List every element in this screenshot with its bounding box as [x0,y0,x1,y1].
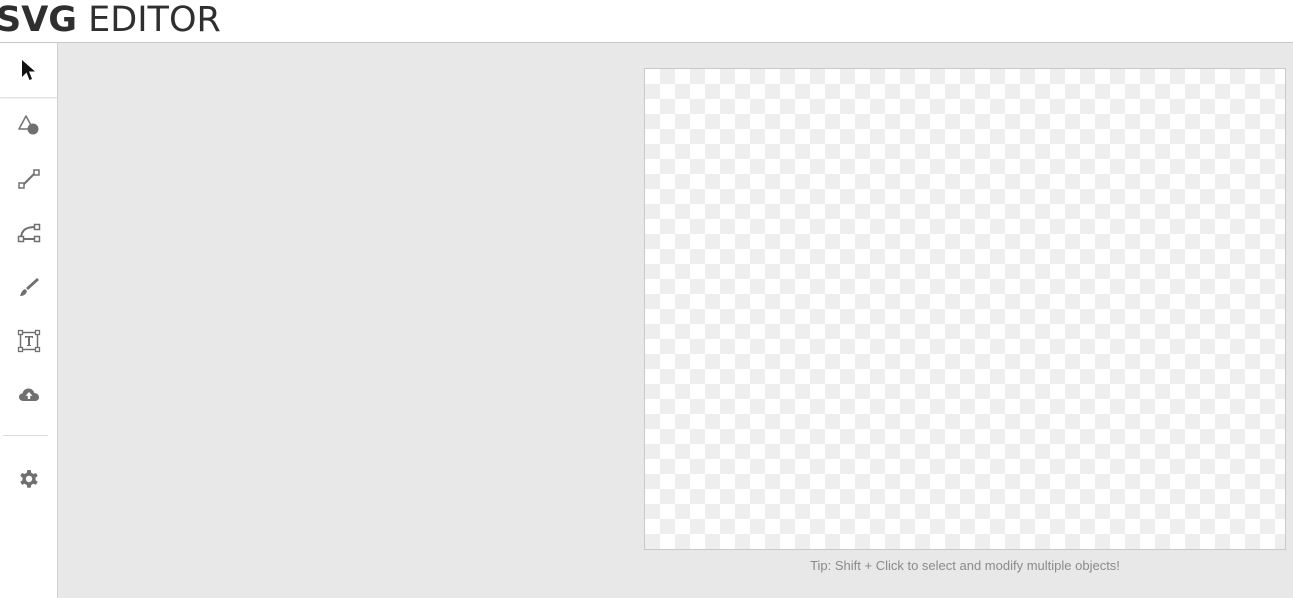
logo-light-text: EDITOR [88,0,221,40]
workspace: Tip: Shift + Click to select and modify … [58,43,1293,598]
brush-icon [19,278,39,296]
gear-icon [19,470,38,488]
upload-button[interactable] [0,368,57,422]
line-icon [17,169,40,189]
cursor-arrow-icon [21,60,35,80]
path-tool-button[interactable] [0,206,57,260]
settings-button[interactable] [0,452,57,506]
app-logo: SVG EDITOR [0,1,221,39]
svg-editor-app: SVG EDITOR Tip: Shift + Click to select … [0,0,1293,598]
logo-bold-text: SVG [0,0,78,40]
bezier-path-icon [17,223,40,243]
select-tool-button[interactable] [0,43,57,98]
text-tool-button[interactable] [0,314,57,368]
line-tool-button[interactable] [0,152,57,206]
app-header: SVG EDITOR [0,0,1293,43]
cloud-upload-icon [18,388,39,401]
tool-sidebar [0,43,58,598]
shapes-icon [17,115,38,135]
svg-canvas[interactable] [644,68,1286,550]
tip-text: Tip: Shift + Click to select and modify … [810,558,1120,573]
shapes-tool-button[interactable] [0,98,57,152]
text-tool-icon [17,329,40,353]
sidebar-divider [3,435,48,436]
brush-tool-button[interactable] [0,260,57,314]
